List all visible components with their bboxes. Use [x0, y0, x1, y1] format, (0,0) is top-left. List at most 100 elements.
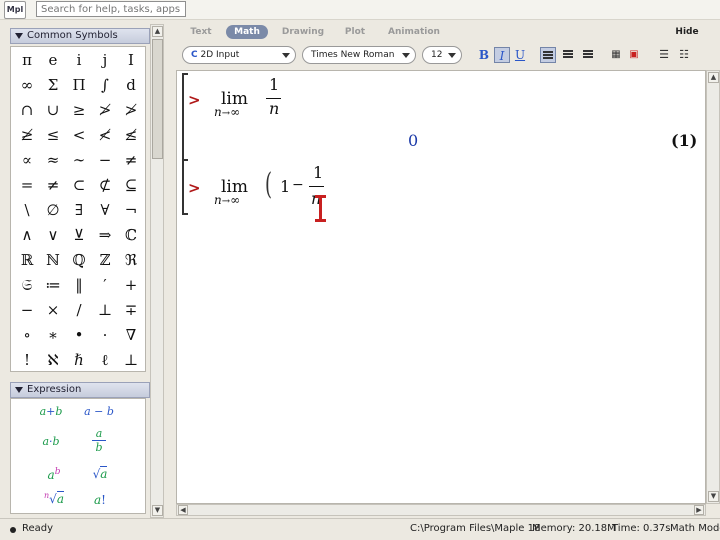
symbol-button[interactable]: \ — [15, 199, 39, 221]
symbol-button[interactable]: e — [41, 49, 65, 71]
document-vertical-scrollbar[interactable]: ▲ ▼ — [706, 70, 720, 504]
expr-fraction-item[interactable]: a b — [87, 427, 111, 454]
tab-animation[interactable]: Animation — [386, 25, 442, 39]
tab-plot[interactable]: Plot — [340, 25, 370, 39]
expr-nth-root-item[interactable]: n√a — [37, 491, 71, 506]
symbol-button[interactable]: − — [15, 299, 39, 321]
execution-group-bracket[interactable] — [182, 73, 188, 161]
symbol-button[interactable]: π — [15, 49, 39, 71]
symbol-button[interactable]: ≥ — [67, 99, 91, 121]
maple-app-icon[interactable]: Mpl — [4, 1, 26, 19]
symbol-button[interactable]: ℚ — [67, 249, 91, 271]
symbol-button[interactable]: ≠ — [119, 149, 143, 171]
bulleted-list-button[interactable]: ☰ — [656, 47, 672, 63]
numbered-list-button[interactable]: ☷ — [676, 47, 692, 63]
bold-button[interactable]: B — [476, 47, 492, 63]
symbol-button[interactable]: Σ — [41, 74, 65, 96]
symbol-button[interactable]: ℓ — [93, 349, 117, 371]
scroll-right-icon[interactable]: ▶ — [694, 505, 704, 515]
symbol-button[interactable]: ℏ — [67, 349, 91, 371]
insert-image-button[interactable]: ▣ — [626, 47, 642, 63]
symbol-button[interactable]: ∧ — [15, 224, 39, 246]
symbol-button[interactable]: ℤ — [93, 249, 117, 271]
worksheet-document[interactable]: > lim n→∞ 1 n 0 (1) > lim n→∞ ( 1 − 1 n — [176, 70, 706, 504]
symbol-button[interactable]: ∝ — [15, 149, 39, 171]
expr-product-item[interactable]: a·b — [31, 435, 71, 448]
scroll-left-icon[interactable]: ◀ — [178, 505, 188, 515]
symbol-button[interactable]: ∪ — [41, 99, 65, 121]
font-dropdown[interactable]: Times New Roman — [302, 46, 416, 64]
symbol-button[interactable]: · — [93, 324, 117, 346]
expression-palette-header[interactable]: Expression — [10, 382, 150, 398]
symbol-button[interactable]: ∀ — [93, 199, 117, 221]
symbol-button[interactable]: i — [67, 49, 91, 71]
document-horizontal-scrollbar[interactable]: ◀ ▶ — [176, 504, 706, 516]
symbol-button[interactable]: ⊂ — [67, 174, 91, 196]
symbol-button[interactable]: ≈ — [41, 149, 65, 171]
input-mode-dropdown[interactable]: C 2D Input — [182, 46, 296, 64]
expr-factorial-item[interactable]: a! — [87, 493, 113, 507]
symbol-button[interactable]: ! — [15, 349, 39, 371]
symbol-button[interactable]: < — [67, 124, 91, 146]
symbol-button[interactable]: ≔ — [41, 274, 65, 296]
search-input[interactable] — [36, 1, 186, 17]
symbol-button[interactable]: ⇒ — [93, 224, 117, 246]
expr-power-item[interactable]: ab — [39, 467, 69, 482]
insert-table-button[interactable]: ▦ — [608, 47, 624, 63]
symbol-button[interactable]: + — [119, 274, 143, 296]
align-right-button[interactable] — [580, 47, 596, 63]
symbol-button[interactable]: • — [67, 324, 91, 346]
symbol-button[interactable]: ⊥ — [93, 299, 117, 321]
symbol-button[interactable]: d — [119, 74, 143, 96]
symbol-button[interactable]: ∩ — [15, 99, 39, 121]
symbol-button[interactable]: Π — [67, 74, 91, 96]
symbol-button[interactable]: ′ — [93, 274, 117, 296]
symbol-button[interactable]: − — [93, 149, 117, 171]
symbol-button[interactable]: ∞ — [15, 74, 39, 96]
symbol-button[interactable]: ∗ — [41, 324, 65, 346]
symbol-button[interactable]: ⊄ — [93, 174, 117, 196]
symbol-button[interactable]: ∓ — [119, 299, 143, 321]
symbol-button[interactable]: ≰ — [119, 124, 143, 146]
symbol-button[interactable]: ℝ — [15, 249, 39, 271]
symbol-button[interactable]: ℜ — [119, 249, 143, 271]
symbol-button[interactable]: j — [93, 49, 117, 71]
symbol-button[interactable]: ¬ — [119, 199, 143, 221]
symbol-button[interactable]: ≯ — [93, 99, 117, 121]
symbol-button[interactable]: ≠ — [41, 174, 65, 196]
symbol-button[interactable]: ∨ — [41, 224, 65, 246]
hide-toolbar-button[interactable]: Hide — [672, 25, 702, 39]
underline-button[interactable]: U — [512, 47, 528, 63]
symbol-button[interactable]: = — [15, 174, 39, 196]
tab-drawing[interactable]: Drawing — [280, 25, 326, 39]
symbol-button[interactable]: I — [119, 49, 143, 71]
scroll-down-icon[interactable]: ▼ — [708, 491, 719, 502]
symbol-button[interactable]: ℵ — [41, 349, 65, 371]
symbol-button[interactable]: / — [67, 299, 91, 321]
symbol-button[interactable]: ⊻ — [67, 224, 91, 246]
font-size-dropdown[interactable]: 12 — [422, 46, 462, 64]
symbol-button[interactable]: ℂ — [119, 224, 143, 246]
symbol-button[interactable]: ≮ — [93, 124, 117, 146]
symbol-button[interactable]: ∃ — [67, 199, 91, 221]
tab-math[interactable]: Math — [226, 25, 268, 39]
symbol-button[interactable]: × — [41, 299, 65, 321]
symbol-button[interactable]: ‖ — [67, 274, 91, 296]
expr-sqrt-item[interactable]: √a — [87, 466, 113, 481]
symbol-button[interactable]: ∫ — [93, 74, 117, 96]
symbol-button[interactable]: ∘ — [15, 324, 39, 346]
align-center-button[interactable] — [560, 47, 576, 63]
scroll-up-icon[interactable]: ▲ — [152, 26, 163, 37]
symbol-button[interactable]: ≯ — [119, 99, 143, 121]
symbol-button[interactable]: ∅ — [41, 199, 65, 221]
symbol-button[interactable]: ≤ — [41, 124, 65, 146]
symbol-button[interactable]: ≱ — [15, 124, 39, 146]
italic-button[interactable]: I — [494, 47, 510, 63]
symbol-button[interactable]: ∇ — [119, 324, 143, 346]
expr-sum-item[interactable]: a+b — [31, 405, 71, 418]
tab-text[interactable]: Text — [184, 25, 218, 39]
scroll-thumb[interactable] — [152, 39, 163, 159]
symbol-button[interactable]: 𝔖 — [15, 274, 39, 296]
align-left-button[interactable] — [540, 47, 556, 63]
symbol-button[interactable]: ℕ — [41, 249, 65, 271]
